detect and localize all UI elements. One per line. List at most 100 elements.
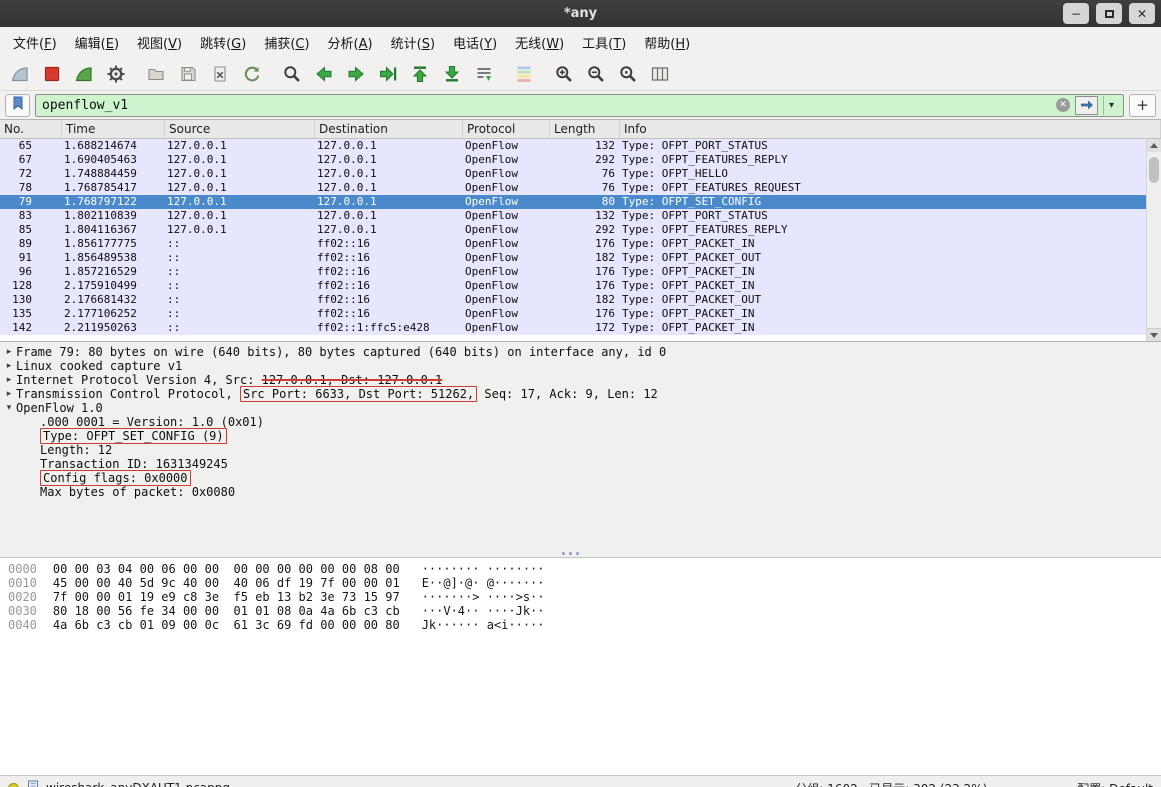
cell-source: 127.0.0.1 xyxy=(167,153,227,166)
go-to-packet-icon[interactable] xyxy=(372,60,404,88)
expander-icon[interactable]: ▸ xyxy=(2,345,16,359)
detail-line[interactable]: Config flags: 0x0000 xyxy=(0,470,1161,486)
menu-view[interactable]: 视图(V) xyxy=(128,29,191,56)
capture-options-icon[interactable] xyxy=(100,60,132,88)
cell-no: 142 xyxy=(12,321,32,334)
stop-capture-icon[interactable] xyxy=(36,60,68,88)
filter-bookmark-button[interactable] xyxy=(5,93,30,117)
minimize-button[interactable]: − xyxy=(1063,3,1089,24)
packet-list-scrollbar[interactable] xyxy=(1146,139,1161,341)
column-header-time[interactable]: Time xyxy=(62,120,165,138)
zoom-out-icon[interactable] xyxy=(580,60,612,88)
title-bar[interactable]: *any − ✕ xyxy=(0,0,1161,27)
cell-length: 182 xyxy=(595,251,615,264)
detail-line[interactable]: Type: OFPT_SET_CONFIG (9) xyxy=(0,428,1161,444)
detail-line[interactable]: ▸ Linux cooked capture v1 xyxy=(0,359,1161,373)
filter-clear-button[interactable]: ✕ xyxy=(1056,98,1070,112)
cell-time: 2.177106252 xyxy=(64,307,137,320)
detail-line[interactable]: .000 0001 = Version: 1.0 (0x01) xyxy=(0,415,1161,429)
close-icon: ✕ xyxy=(1136,6,1148,21)
scrollbar-thumb[interactable] xyxy=(1149,157,1159,183)
zoom-reset-icon[interactable] xyxy=(612,60,644,88)
packet-row-89[interactable]: 89 1.856177775:: ff02::16 OpenFlow 176 Type: … xyxy=(0,237,1146,251)
menu-capture[interactable]: 捕获(C) xyxy=(255,29,318,56)
zoom-in-icon[interactable] xyxy=(548,60,580,88)
menu-analyze[interactable]: 分析(A) xyxy=(319,29,382,56)
close-button[interactable]: ✕ xyxy=(1129,3,1155,24)
scroll-up-button[interactable] xyxy=(1147,139,1161,152)
menu-telephony[interactable]: 电话(Y) xyxy=(444,29,506,56)
column-header-destination[interactable]: Destination xyxy=(315,120,463,138)
go-back-icon[interactable] xyxy=(308,60,340,88)
clear-icon: ✕ xyxy=(1059,100,1067,110)
menu-edit[interactable]: 编辑(E) xyxy=(66,29,128,56)
column-header-protocol[interactable]: Protocol xyxy=(463,120,550,138)
packet-row-65[interactable]: 65 1.688214674 127.0.0.1 127.0.0.1 OpenFlow 1… xyxy=(0,139,1146,153)
menu-tools[interactable]: 工具(T) xyxy=(573,29,635,56)
expander-icon[interactable]: ▸ xyxy=(2,359,16,373)
start-capture-icon[interactable] xyxy=(4,60,36,88)
packet-row-135[interactable]: 135 2.177106252:: ff02::16 OpenFlow 176 Type:… xyxy=(0,307,1146,321)
packet-row-130[interactable]: 130 2.176681432:: ff02::16 OpenFlow 182 Type:… xyxy=(0,293,1146,307)
go-forward-icon[interactable] xyxy=(340,60,372,88)
expert-info-icon[interactable] xyxy=(8,782,19,787)
hex-row-0020[interactable]: 0020 7f 00 00 01 19 e9 c8 3e f5 eb 13 b2 … xyxy=(8,590,1161,604)
hex-row-0040[interactable]: 0040 4a 6b c3 cb 01 09 00 0c 61 3c 69 fd … xyxy=(8,618,1161,632)
detail-line[interactable]: ▸ Internet Protocol Version 4, Src: 127.0… xyxy=(0,373,1161,387)
restart-capture-icon[interactable] xyxy=(68,60,100,88)
colorize-icon[interactable] xyxy=(508,60,540,88)
detail-line[interactable]: Max bytes of packet: 0x0080 xyxy=(0,485,1161,499)
hex-row-0000[interactable]: 0000 00 00 03 04 00 06 00 00 00 00 00 00 … xyxy=(8,562,1161,576)
column-header-source[interactable]: Source xyxy=(165,120,315,138)
menu-statistics[interactable]: 统计(S) xyxy=(382,29,444,56)
reload-icon[interactable] xyxy=(236,60,268,88)
auto-scroll-icon[interactable] xyxy=(468,60,500,88)
hex-row-0010[interactable]: 0010 45 00 00 40 5d 9c 40 00 40 06 df 19 … xyxy=(8,576,1161,590)
cell-source: :: xyxy=(167,265,181,278)
capture-file-icon[interactable] xyxy=(26,780,39,787)
packet-row-85[interactable]: 85 1.804116367 127.0.0.1 127.0.0.1 OpenFlow 2… xyxy=(0,223,1146,237)
expander-icon[interactable]: ▾ xyxy=(2,401,16,415)
save-file-icon[interactable] xyxy=(172,60,204,88)
cell-no: 128 xyxy=(12,279,32,292)
scroll-down-button[interactable] xyxy=(1147,328,1161,341)
go-last-icon[interactable] xyxy=(436,60,468,88)
detail-line[interactable]: Transaction ID: 1631349245 xyxy=(0,457,1161,471)
packet-row-128[interactable]: 128 2.175910499:: ff02::16 OpenFlow 176 Type:… xyxy=(0,279,1146,293)
cell-destination: ff02::16 xyxy=(317,237,370,250)
filter-dropdown-button[interactable]: ▾ xyxy=(1103,95,1119,115)
packet-row-67[interactable]: 67 1.690405463 127.0.0.1 127.0.0.1 OpenFlow 2… xyxy=(0,153,1146,167)
cell-no: 135 xyxy=(12,307,32,320)
menu-help[interactable]: 帮助(H) xyxy=(635,29,699,56)
column-header-info[interactable]: Info xyxy=(620,120,1161,138)
column-header-length[interactable]: Length xyxy=(550,120,620,138)
filter-input[interactable]: openflow_v1 ✕ ▾ xyxy=(35,93,1124,117)
open-file-icon[interactable] xyxy=(140,60,172,88)
detail-line[interactable]: ▸ Frame 79: 80 bytes on wire (640 bits), … xyxy=(0,345,1161,359)
menu-file[interactable]: 文件(F) xyxy=(4,29,66,56)
find-packet-icon[interactable] xyxy=(276,60,308,88)
menu-wireless[interactable]: 无线(W) xyxy=(506,29,573,56)
hex-row-0030[interactable]: 0030 80 18 00 56 fe 34 00 00 01 01 08 0a … xyxy=(8,604,1161,618)
packet-row-83[interactable]: 83 1.802110839 127.0.0.1 127.0.0.1 OpenFlow 1… xyxy=(0,209,1146,223)
resize-columns-icon[interactable] xyxy=(644,60,676,88)
expander-icon[interactable]: ▸ xyxy=(2,373,16,387)
detail-line[interactable]: ▾ OpenFlow 1.0 xyxy=(0,401,1161,415)
detail-line[interactable]: Length: 12 xyxy=(0,443,1161,457)
packet-row-79[interactable]: 79 1.768797122 127.0.0.1 127.0.0.1 OpenFlow 8… xyxy=(0,195,1146,209)
add-filter-button[interactable]: + xyxy=(1129,93,1156,117)
expander-icon[interactable]: ▸ xyxy=(2,387,16,401)
go-first-icon[interactable] xyxy=(404,60,436,88)
profile-selector[interactable]: 配置: Default xyxy=(1077,780,1153,787)
packet-row-72[interactable]: 72 1.748884459 127.0.0.1 127.0.0.1 OpenFlow 7… xyxy=(0,167,1146,181)
maximize-button[interactable] xyxy=(1096,3,1122,24)
menu-go[interactable]: 跳转(G) xyxy=(191,29,255,56)
packet-row-91[interactable]: 91 1.856489538:: ff02::16 OpenFlow 182 Type: … xyxy=(0,251,1146,265)
packet-row-96[interactable]: 96 1.857216529:: ff02::16 OpenFlow 176 Type: … xyxy=(0,265,1146,279)
packet-row-78[interactable]: 78 1.768785417 127.0.0.1 127.0.0.1 OpenFlow 7… xyxy=(0,181,1146,195)
packet-row-142[interactable]: 142 2.211950263:: ff02::1:ffc5:e428 OpenFlo… xyxy=(0,321,1146,335)
column-header-no[interactable]: No. xyxy=(0,120,62,138)
detail-line[interactable]: ▸ Transmission Control Protocol, Src Port… xyxy=(0,386,1161,402)
close-file-icon[interactable] xyxy=(204,60,236,88)
filter-apply-button[interactable] xyxy=(1075,95,1098,115)
